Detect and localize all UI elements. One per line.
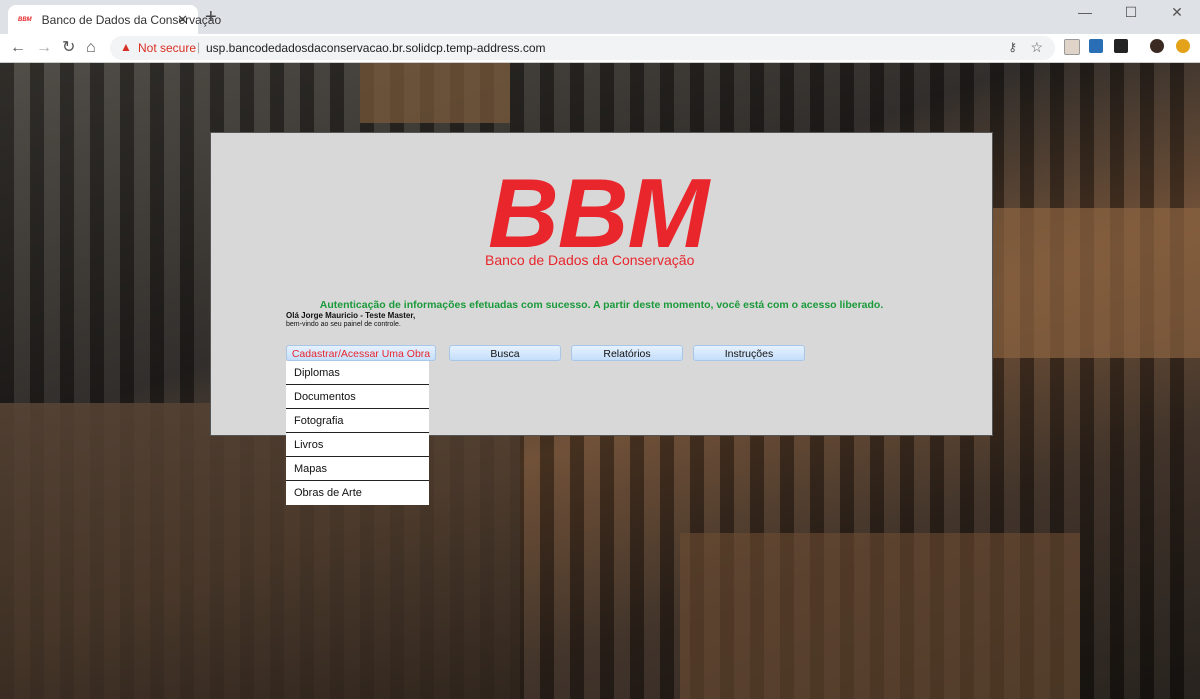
close-icon[interactable]: ✕ — [1154, 0, 1200, 30]
background-image — [990, 208, 1200, 358]
reload-icon[interactable]: ↻ — [62, 38, 75, 58]
tab-strip: BBM Banco de Dados da Conservação ✕ + — … — [0, 0, 1200, 34]
calendar-extension-icon[interactable] — [1064, 39, 1080, 55]
home-icon[interactable]: ⌂ — [86, 38, 96, 58]
star-icon[interactable]: ☆ — [1030, 39, 1043, 56]
key-icon[interactable]: ⚷ — [1008, 40, 1017, 54]
greeting-text: Olá Jorge Mauricio - Teste Master, — [286, 311, 416, 320]
auth-success-message: Autenticação de informações efetuadas co… — [319, 299, 884, 311]
warning-icon: ▲ — [120, 40, 132, 54]
dropdown-item-livros[interactable]: Livros — [286, 433, 429, 457]
dropdown-item-documentos[interactable]: Documentos — [286, 385, 429, 409]
url-text[interactable]: usp.bancodedadosdaconservacao.br.solidcp… — [206, 41, 546, 55]
dropdown-menu: Diplomas Documentos Fotografia Livros Ma… — [286, 361, 429, 505]
favicon-icon: BBM — [18, 16, 32, 23]
background-image — [360, 63, 510, 123]
separator: | — [197, 40, 201, 54]
page-background: BBM Banco de Dados da Conservação Autent… — [0, 63, 1200, 699]
browser-toolbar: ← → ↻ ⌂ ▲ Not secure | usp.bancodedadosd… — [0, 34, 1200, 63]
background-image — [680, 533, 1080, 699]
menu-button-instrucoes[interactable]: Instruções — [693, 345, 805, 361]
menu-button-busca[interactable]: Busca — [449, 345, 561, 361]
dropdown-item-obras-de-arte[interactable]: Obras de Arte — [286, 481, 429, 505]
new-tab-button[interactable]: + — [205, 7, 217, 27]
tab-title: Banco de Dados da Conservação — [41, 12, 222, 27]
forward-icon[interactable]: → — [36, 38, 52, 58]
dropdown-item-diplomas[interactable]: Diplomas — [286, 361, 429, 385]
logo-title: BBM — [488, 158, 709, 268]
tab-close-icon[interactable]: ✕ — [177, 12, 188, 28]
logo-subtitle: Banco de Dados da Conservação — [485, 252, 695, 268]
back-icon[interactable]: ← — [10, 38, 26, 58]
jb-extension-icon[interactable] — [1114, 39, 1128, 53]
security-label: Not secure — [138, 41, 197, 55]
background-image — [0, 403, 520, 699]
profile-avatar[interactable] — [1150, 39, 1164, 53]
address-bar[interactable]: ▲ Not secure | usp.bancodedadosdaconserv… — [110, 36, 1055, 60]
account-icon[interactable] — [1176, 39, 1190, 53]
dropdown-item-mapas[interactable]: Mapas — [286, 457, 429, 481]
menu-button-relatorios[interactable]: Relatórios — [571, 345, 683, 361]
extension-icon[interactable] — [1089, 39, 1103, 53]
maximize-icon[interactable]: ☐ — [1108, 0, 1154, 30]
browser-tab[interactable]: BBM Banco de Dados da Conservação ✕ — [8, 5, 221, 34]
dropdown-item-fotografia[interactable]: Fotografia — [286, 409, 429, 433]
minimize-icon[interactable]: — — [1062, 0, 1108, 30]
welcome-text: bem-vindo ao seu painel de controle. — [286, 321, 401, 328]
window-controls: — ☐ ✕ — [1062, 0, 1200, 30]
menu-button-cadastrar[interactable]: Cadastrar/Acessar Uma Obra — [286, 345, 436, 361]
